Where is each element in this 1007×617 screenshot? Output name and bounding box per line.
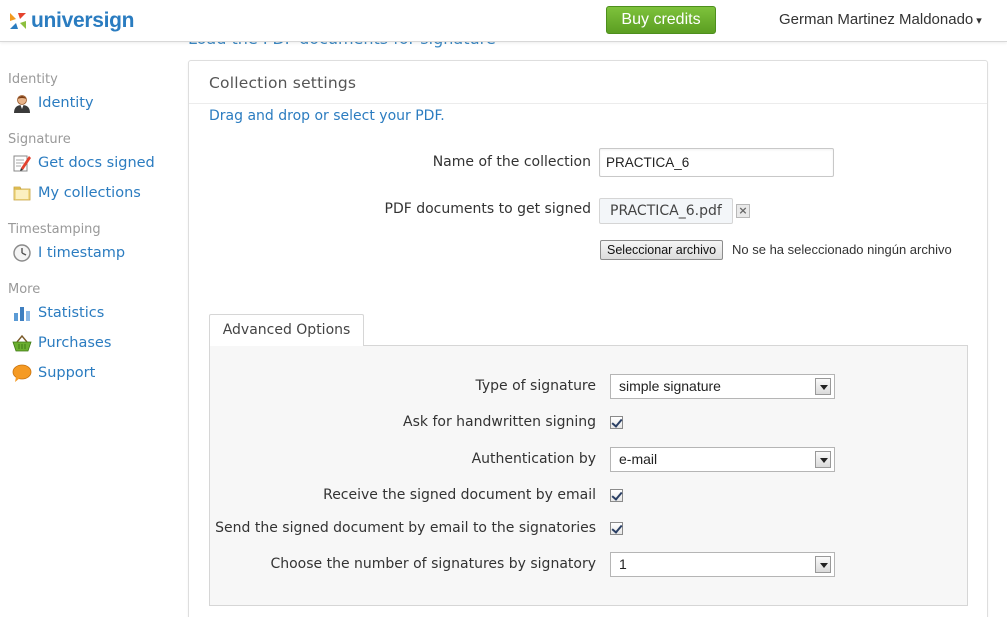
- drag-drop-link[interactable]: Drag and drop or select your PDF.: [209, 108, 445, 124]
- sidebar-item-get-docs-signed[interactable]: Get docs signed: [12, 153, 155, 173]
- signature-type-value: simple signature: [619, 378, 721, 394]
- universign-logo-mark-icon: [10, 13, 26, 29]
- receive-signed-checkbox[interactable]: [610, 489, 623, 502]
- logo-text: universign: [31, 9, 135, 32]
- sidebar-item-label: Statistics: [38, 305, 105, 321]
- pen-document-icon: [12, 153, 32, 173]
- bar-chart-icon: [12, 303, 32, 323]
- tab-advanced-options[interactable]: Advanced Options: [209, 314, 364, 346]
- clock-icon: [12, 243, 32, 263]
- sidebar-group-more: More: [8, 282, 41, 297]
- user-name: German Martinez Maldonado: [779, 11, 974, 28]
- select-file-button[interactable]: Seleccionar archivo: [600, 240, 724, 260]
- collection-settings-panel: Collection settings Drag and drop or sel…: [188, 60, 988, 617]
- authentication-value: e-mail: [619, 451, 658, 467]
- collection-name-input[interactable]: PRACTICA_6: [599, 148, 834, 177]
- sidebar-item-label: My collections: [38, 185, 141, 201]
- sidebar-group-timestamping: Timestamping: [8, 222, 101, 237]
- sidebar-item-purchases[interactable]: Purchases: [12, 333, 111, 353]
- signatures-number-value: 1: [619, 556, 627, 572]
- authentication-select[interactable]: e-mail: [610, 447, 835, 472]
- sidebar-group-identity: Identity: [8, 72, 58, 87]
- file-status-text: No se ha seleccionado ningún archivo: [732, 242, 952, 257]
- signatures-number-select[interactable]: 1: [610, 552, 835, 577]
- send-signed-checkbox[interactable]: [610, 522, 623, 535]
- user-icon: [12, 93, 32, 113]
- universign-logo[interactable]: universign: [8, 9, 135, 33]
- pdf-file-chip: PRACTICA_6.pdf: [599, 198, 733, 224]
- sidebar-item-identity[interactable]: Identity: [12, 93, 94, 113]
- chevron-down-icon: [815, 451, 831, 468]
- signatures-number-label: Choose the number of signatures by signa…: [270, 556, 596, 572]
- signature-type-select[interactable]: simple signature: [610, 374, 835, 399]
- handwritten-signing-label: Ask for handwritten signing: [403, 414, 596, 430]
- sidebar-group-signature: Signature: [8, 132, 71, 147]
- advanced-options-box: Type of signature simple signature Ask f…: [209, 345, 968, 606]
- panel-title: Collection settings: [209, 74, 357, 92]
- authentication-label: Authentication by: [471, 451, 596, 467]
- pdf-documents-label: PDF documents to get signed: [384, 201, 592, 217]
- sidebar-item-support[interactable]: Support: [12, 363, 95, 383]
- sidebar-item-label: Support: [38, 365, 96, 381]
- divider: [189, 103, 987, 104]
- sidebar-item-statistics[interactable]: Statistics: [12, 303, 104, 323]
- sidebar-item-my-collections[interactable]: My collections: [12, 183, 141, 203]
- top-bar: universign Buy credits German Martinez M…: [0, 0, 1007, 42]
- sidebar-item-label: Get docs signed: [38, 155, 155, 171]
- handwritten-signing-checkbox[interactable]: [610, 416, 623, 429]
- sidebar-item-label: Identity: [38, 95, 94, 111]
- receive-signed-label: Receive the signed document by email: [323, 487, 596, 503]
- collection-name-label: Name of the collection: [432, 154, 591, 170]
- basket-icon: [12, 333, 32, 353]
- buy-credits-button[interactable]: Buy credits: [606, 6, 716, 34]
- remove-file-icon[interactable]: ×: [736, 204, 750, 218]
- sidebar-item-label: Purchases: [38, 335, 112, 351]
- chevron-down-icon: ▾: [976, 15, 982, 27]
- folder-icon: [12, 183, 32, 203]
- chevron-down-icon: [815, 378, 831, 395]
- speech-bubble-icon: [12, 363, 32, 383]
- sidebar-item-i-timestamp[interactable]: I timestamp: [12, 243, 125, 263]
- signature-type-label: Type of signature: [475, 378, 597, 394]
- chevron-down-icon: [815, 556, 831, 573]
- send-signed-label: Send the signed document by email to the…: [215, 520, 596, 536]
- user-menu[interactable]: German Martinez Maldonado ▾: [779, 11, 982, 28]
- sidebar-item-label: I timestamp: [38, 245, 126, 261]
